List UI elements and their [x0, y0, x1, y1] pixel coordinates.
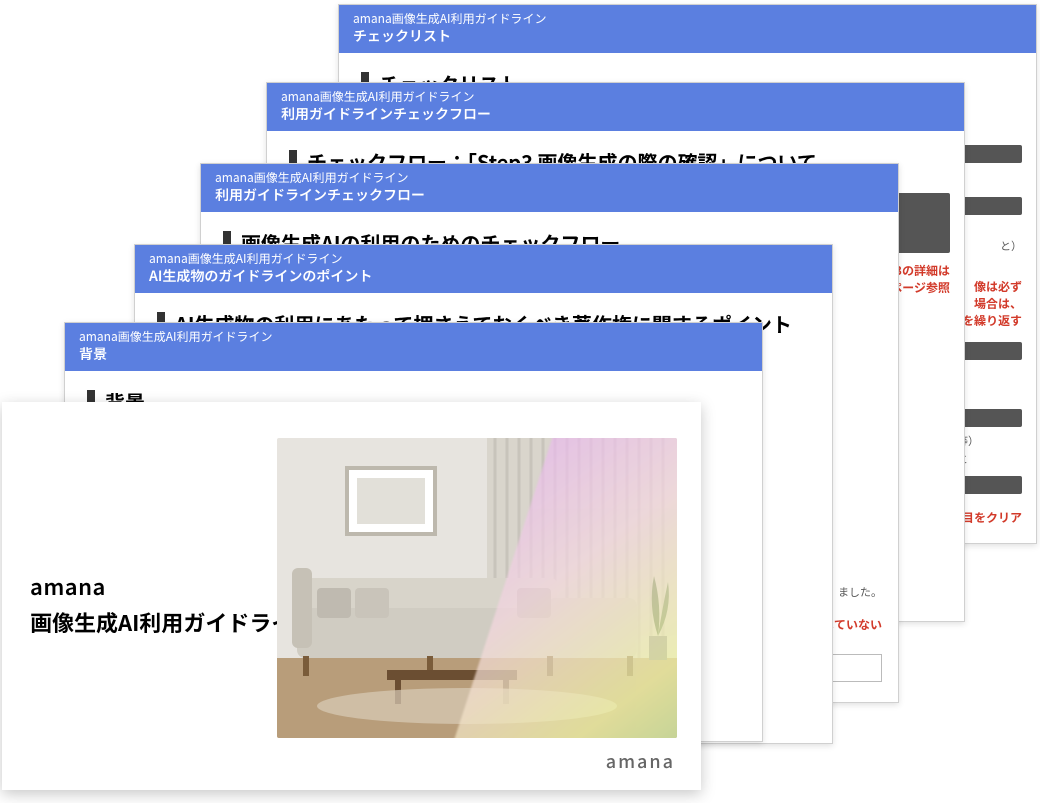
- brand-name: amana: [30, 570, 315, 602]
- warning-text: 目をクリア: [962, 510, 1022, 527]
- slide-header: amana画像生成AI利用ガイドライン 背景: [65, 323, 762, 371]
- slide-header: amana画像生成AI利用ガイドライン 利用ガイドラインチェックフロー: [267, 83, 964, 131]
- header-suptitle: amana画像生成AI利用ガイドライン: [215, 170, 884, 186]
- note-text: ました。: [838, 584, 882, 602]
- header-suptitle: amana画像生成AI利用ガイドライン: [79, 329, 748, 345]
- document-title: 画像生成AI利用ガイドライン: [30, 606, 315, 638]
- slide-header: amana画像生成AI利用ガイドライン チェックリスト: [339, 5, 1036, 53]
- brand-logo: amana: [606, 748, 675, 774]
- slide-cover: amana 画像生成AI利用ガイドライン: [2, 402, 701, 790]
- slide-stack: amana画像生成AI利用ガイドライン チェックリスト チェックリスト ているか…: [0, 0, 1040, 803]
- header-title: 利用ガイドラインチェックフロー: [281, 105, 950, 123]
- header-suptitle: amana画像生成AI利用ガイドライン: [353, 11, 1022, 27]
- cover-title-block: amana 画像生成AI利用ガイドライン: [30, 570, 315, 638]
- slide-header: amana画像生成AI利用ガイドライン 利用ガイドラインチェックフロー: [201, 164, 898, 212]
- header-title: チェックリスト: [353, 27, 1022, 45]
- header-title: 背景: [79, 345, 748, 363]
- header-title: 利用ガイドラインチェックフロー: [215, 186, 884, 204]
- header-title: AI生成物のガイドラインのポイント: [149, 267, 818, 285]
- cover-image: [277, 438, 677, 738]
- slide-header: amana画像生成AI利用ガイドライン AI生成物のガイドラインのポイント: [135, 245, 832, 293]
- header-suptitle: amana画像生成AI利用ガイドライン: [149, 251, 818, 267]
- header-suptitle: amana画像生成AI利用ガイドライン: [281, 89, 950, 105]
